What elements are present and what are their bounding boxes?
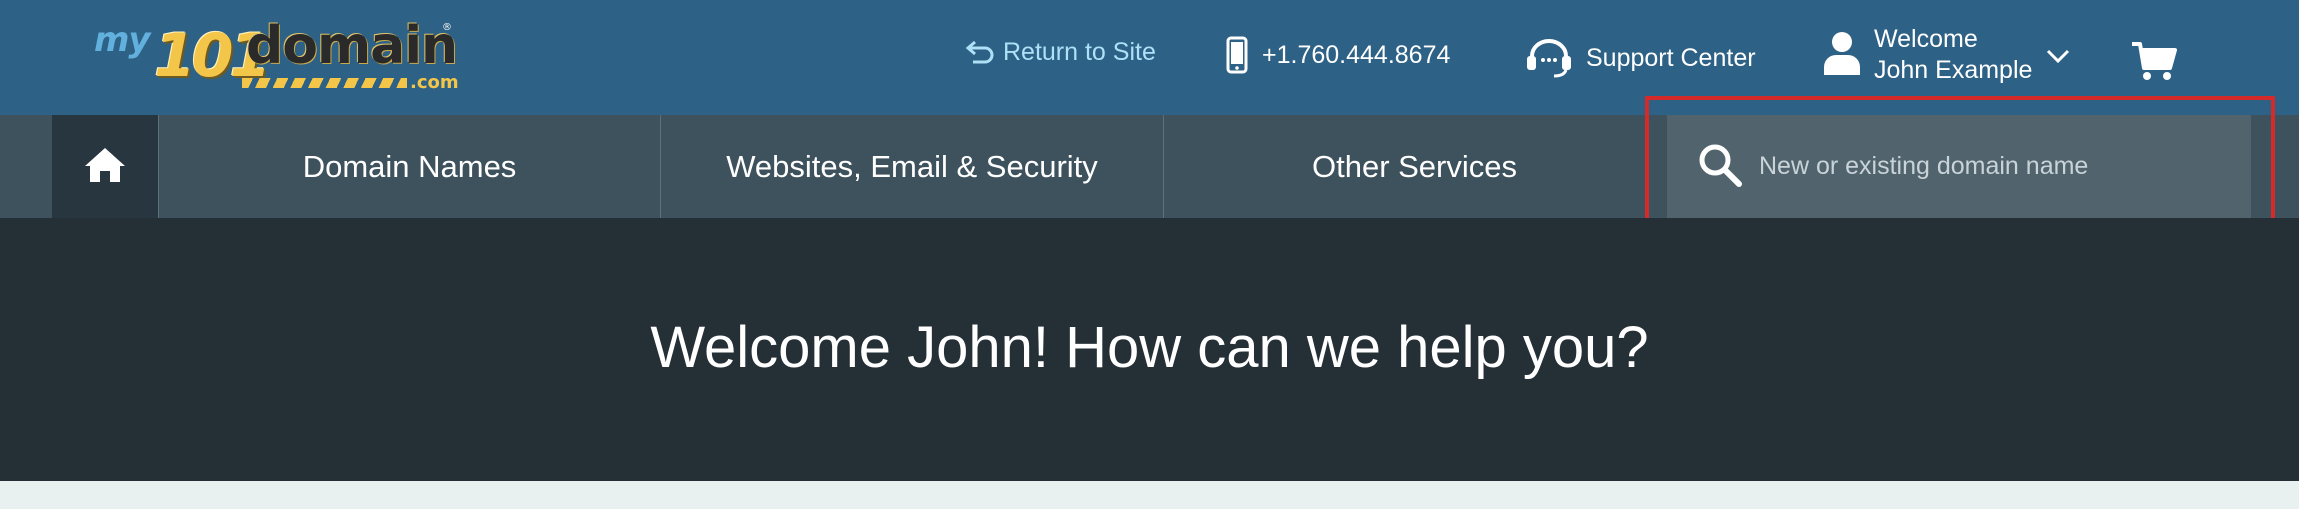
logo-tld-text: .com <box>410 72 459 93</box>
page-body-strip <box>0 481 2299 509</box>
phone-link[interactable]: +1.760.444.8674 <box>1226 36 1450 74</box>
headset-icon <box>1524 38 1574 78</box>
hero-title: Welcome John! How can we help you? <box>650 315 1649 380</box>
user-icon <box>1822 29 1862 82</box>
return-to-site-link[interactable]: Return to Site <box>965 38 1156 67</box>
cart-icon <box>2130 42 2178 86</box>
phone-number: +1.760.444.8674 <box>1262 40 1451 69</box>
nav-websites-label: Websites, Email & Security <box>726 148 1098 184</box>
nav-other-services-label: Other Services <box>1311 148 1517 184</box>
logo-domain-text: domain <box>246 16 458 76</box>
logo-my-text: my <box>94 20 151 60</box>
nav-domain-names[interactable]: Domain Names <box>158 115 660 218</box>
welcome-label: Welcome <box>1874 25 1978 53</box>
nav-other-services[interactable]: Other Services <box>1163 115 1665 218</box>
logo-registered-mark: ® <box>442 22 452 33</box>
welcome-text: Welcome John Example <box>1874 24 2032 86</box>
return-arrow-icon <box>965 40 995 66</box>
my101domain-logo[interactable]: my 101 domain .com ® <box>92 18 462 98</box>
account-menu[interactable]: Welcome John Example <box>1822 24 2070 86</box>
user-name: John Example <box>1874 56 2033 84</box>
return-to-site-label: Return to Site <box>1003 38 1156 66</box>
logo-stripe <box>242 78 407 88</box>
support-center-label: Support Center <box>1586 43 1756 72</box>
nav-websites-email-security[interactable]: Websites, Email & Security <box>660 115 1163 218</box>
support-center-link[interactable]: Support Center <box>1524 38 1756 78</box>
phone-icon <box>1226 36 1248 74</box>
home-button[interactable] <box>52 115 158 218</box>
chevron-down-icon <box>2046 41 2070 70</box>
home-icon <box>83 146 127 188</box>
nav-domain-names-label: Domain Names <box>302 148 517 184</box>
hero-banner: Welcome John! How can we help you? <box>0 218 2299 481</box>
cart-button[interactable] <box>2130 40 2178 86</box>
